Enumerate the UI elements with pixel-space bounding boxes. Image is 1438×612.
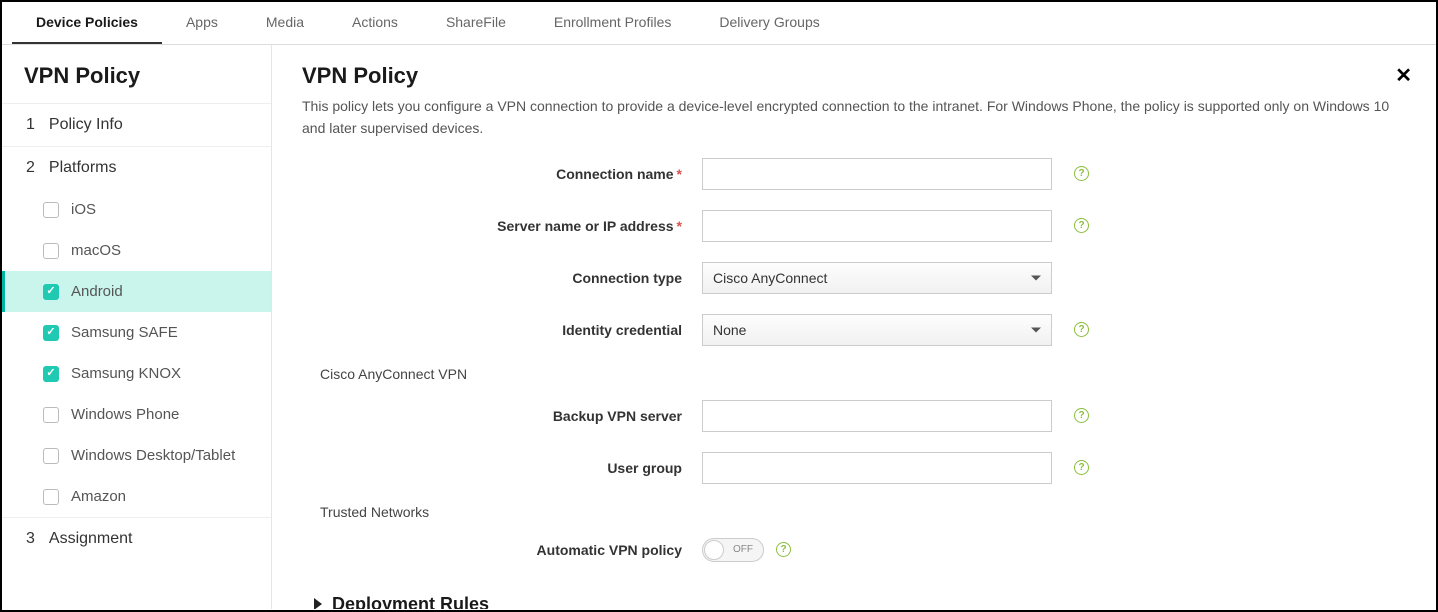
caret-right-icon (314, 598, 322, 609)
step-label: Assignment (49, 530, 133, 548)
label-backup-vpn: Backup VPN server (302, 408, 702, 424)
step-platforms[interactable]: 2 Platforms (2, 146, 271, 189)
platform-label: Samsung KNOX (71, 365, 181, 382)
step-num: 3 (26, 530, 35, 548)
connection-type-select[interactable]: Cisco AnyConnect (702, 262, 1052, 294)
label-connection-type: Connection type (302, 270, 702, 286)
platform-label: Samsung SAFE (71, 324, 178, 341)
step-label: Platforms (49, 159, 117, 177)
tab-apps[interactable]: Apps (162, 2, 242, 44)
tab-sharefile[interactable]: ShareFile (422, 2, 530, 44)
tab-delivery-groups[interactable]: Delivery Groups (695, 2, 843, 44)
toggle-knob (704, 540, 724, 560)
page-description: This policy lets you configure a VPN con… (302, 95, 1402, 140)
tab-device-policies[interactable]: Device Policies (12, 2, 162, 44)
sidebar: VPN Policy 1 Policy Info 2 Platforms iOS… (2, 45, 272, 609)
platform-label: Android (71, 283, 123, 300)
help-icon[interactable]: ? (1074, 218, 1089, 233)
backup-vpn-input[interactable] (702, 400, 1052, 432)
platform-windows-phone[interactable]: Windows Phone (2, 394, 271, 435)
platform-label: macOS (71, 242, 121, 259)
platform-ios[interactable]: iOS (2, 189, 271, 230)
checkbox-samsung-safe[interactable] (43, 325, 59, 341)
section-trusted-networks: Trusted Networks (320, 504, 1406, 520)
identity-credential-select[interactable]: None (702, 314, 1052, 346)
select-value: None (713, 322, 746, 338)
chevron-down-icon (1031, 327, 1041, 332)
help-icon[interactable]: ? (1074, 408, 1089, 423)
step-num: 1 (26, 116, 35, 134)
platform-macos[interactable]: macOS (2, 230, 271, 271)
tab-actions[interactable]: Actions (328, 2, 422, 44)
checkbox-android[interactable] (43, 284, 59, 300)
main-content: ✕ VPN Policy This policy lets you config… (272, 45, 1436, 609)
section-cisco-anyconnect: Cisco AnyConnect VPN (320, 366, 1406, 382)
checkbox-macos[interactable] (43, 243, 59, 259)
auto-vpn-toggle[interactable]: OFF (702, 538, 764, 562)
label-identity-credential: Identity credential (302, 322, 702, 338)
chevron-down-icon (1031, 275, 1041, 280)
checkbox-windows-phone[interactable] (43, 407, 59, 423)
help-icon[interactable]: ? (1074, 322, 1089, 337)
platform-samsung-knox[interactable]: Samsung KNOX (2, 353, 271, 394)
help-icon[interactable]: ? (1074, 166, 1089, 181)
platform-label: Windows Desktop/Tablet (71, 447, 235, 464)
platform-label: Amazon (71, 488, 126, 505)
sidebar-title: VPN Policy (2, 45, 271, 103)
platform-label: Windows Phone (71, 406, 179, 423)
platform-android[interactable]: Android (2, 271, 271, 312)
server-name-input[interactable] (702, 210, 1052, 242)
label-connection-name: Connection name* (302, 166, 702, 182)
platform-samsung-safe[interactable]: Samsung SAFE (2, 312, 271, 353)
tab-media[interactable]: Media (242, 2, 328, 44)
step-assignment[interactable]: 3 Assignment (2, 517, 271, 560)
label-auto-vpn: Automatic VPN policy (302, 542, 702, 558)
platform-amazon[interactable]: Amazon (2, 476, 271, 517)
top-tabs: Device Policies Apps Media Actions Share… (2, 2, 1436, 45)
close-button[interactable]: ✕ (1395, 63, 1412, 88)
deployment-rules-title: Deployment Rules (332, 594, 489, 609)
page-title: VPN Policy (302, 63, 1406, 89)
step-label: Policy Info (49, 116, 123, 134)
platform-label: iOS (71, 201, 96, 218)
step-policy-info[interactable]: 1 Policy Info (2, 103, 271, 146)
checkbox-ios[interactable] (43, 202, 59, 218)
user-group-input[interactable] (702, 452, 1052, 484)
checkbox-windows-desktop[interactable] (43, 448, 59, 464)
help-icon[interactable]: ? (1074, 460, 1089, 475)
help-icon[interactable]: ? (776, 542, 791, 557)
label-user-group: User group (302, 460, 702, 476)
label-server-name: Server name or IP address* (302, 218, 702, 234)
tab-enrollment-profiles[interactable]: Enrollment Profiles (530, 2, 696, 44)
checkbox-samsung-knox[interactable] (43, 366, 59, 382)
checkbox-amazon[interactable] (43, 489, 59, 505)
connection-name-input[interactable] (702, 158, 1052, 190)
platform-windows-desktop[interactable]: Windows Desktop/Tablet (2, 435, 271, 476)
step-num: 2 (26, 159, 35, 177)
select-value: Cisco AnyConnect (713, 270, 827, 286)
deployment-rules-toggle[interactable]: Deployment Rules (314, 594, 1406, 609)
toggle-state: OFF (733, 544, 753, 555)
